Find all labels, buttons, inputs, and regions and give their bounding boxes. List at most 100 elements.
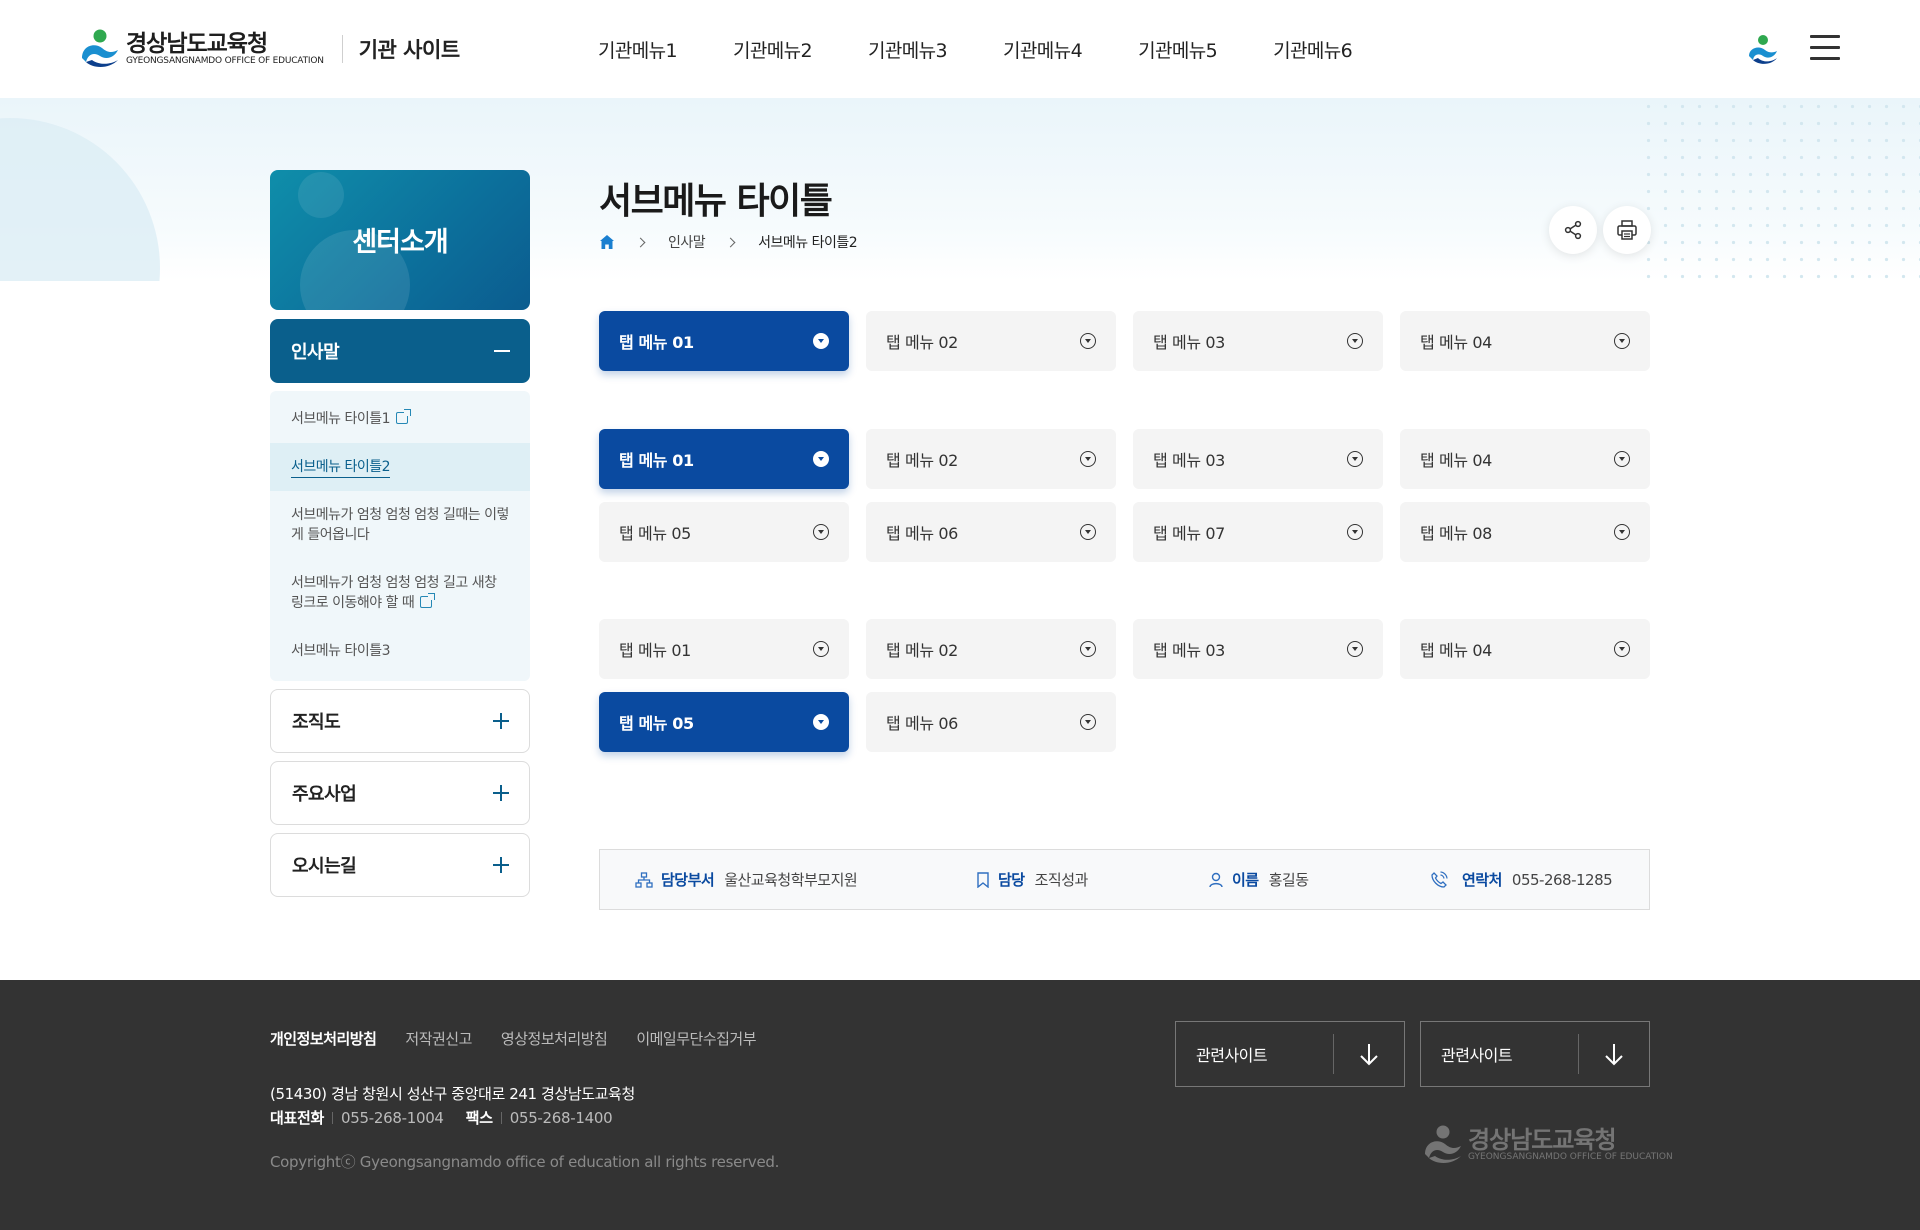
- tab-group2-item-3[interactable]: 탭 메뉴 03: [1133, 429, 1383, 489]
- submenu-item-label: 서브메뉴 타이틀2: [291, 459, 391, 478]
- tab-group3-item-6[interactable]: 탭 메뉴 06: [866, 692, 1116, 752]
- person-icon[interactable]: [1745, 32, 1781, 68]
- site-footer: 개인정보처리방침 저작권신고 영상정보처리방침 이메일무단수집거부 (51430…: [0, 980, 1920, 1230]
- related-site-select-1[interactable]: 관련사이트: [1175, 1021, 1405, 1087]
- tab-label: 탭 메뉴 02: [886, 451, 958, 470]
- tab-group3-item-2[interactable]: 탭 메뉴 02: [866, 619, 1116, 679]
- tab-group1-item-2[interactable]: 탭 메뉴 02: [866, 311, 1116, 371]
- chevron-down-circle-icon: [1614, 524, 1630, 540]
- site-name: 기관 사이트: [358, 38, 460, 62]
- tab-group1-item-3[interactable]: 탭 메뉴 03: [1133, 311, 1383, 371]
- tab-group2-item-5[interactable]: 탭 메뉴 05: [599, 502, 849, 562]
- user-icon: [1209, 872, 1223, 887]
- expand-icon: [493, 857, 509, 873]
- tab-label: 탭 메뉴 06: [886, 714, 958, 733]
- footer-fax-label: 팩스: [465, 1109, 493, 1127]
- tab-group2-item-8[interactable]: 탭 메뉴 08: [1400, 502, 1650, 562]
- info-charge: 담당 조직성과: [976, 850, 1088, 909]
- tab-label: 탭 메뉴 07: [1153, 524, 1225, 543]
- chevron-down-circle-icon: [1347, 451, 1363, 467]
- tab-group3-item-1[interactable]: 탭 메뉴 01: [599, 619, 849, 679]
- side-nav-item-directions[interactable]: 오시는길: [270, 833, 530, 897]
- print-button[interactable]: [1603, 206, 1651, 254]
- tab-group2-item-6[interactable]: 탭 메뉴 06: [866, 502, 1116, 562]
- footer-link-email[interactable]: 이메일무단수집거부: [636, 1028, 756, 1049]
- share-button[interactable]: [1549, 206, 1597, 254]
- footer-fax: 055-268-1400: [509, 1108, 613, 1127]
- tab-label: 탭 메뉴 04: [1420, 333, 1492, 352]
- side-nav-header: 센터소개: [270, 170, 530, 310]
- tab-group2-item-2[interactable]: 탭 메뉴 02: [866, 429, 1116, 489]
- nav-item-4[interactable]: 기관메뉴4: [1003, 36, 1083, 63]
- tab-label: 탭 메뉴 02: [886, 333, 958, 352]
- nav-item-6[interactable]: 기관메뉴6: [1273, 36, 1353, 63]
- tab-group2-item-1[interactable]: 탭 메뉴 01: [599, 429, 849, 489]
- chevron-down-circle-icon: [1080, 714, 1096, 730]
- info-label: 연락처: [1462, 871, 1502, 889]
- collapse-icon: [494, 350, 510, 352]
- tab-label: 탭 메뉴 03: [1153, 333, 1225, 352]
- info-department: 담당부서 울산교육청학부모지원: [635, 850, 858, 909]
- submenu-item-label: 서브메뉴 타이틀1: [291, 411, 391, 427]
- info-contact: 연락처 055-268-1285: [1430, 850, 1613, 909]
- org-chart-icon: [635, 871, 653, 888]
- tab-label: 탭 메뉴 06: [886, 524, 958, 543]
- footer-address: (51430) 경남 창원시 성산구 중앙대로 241 경상남도교육청: [270, 1085, 635, 1103]
- submenu-item-label: 서브메뉴 타이틀3: [291, 643, 391, 659]
- submenu-item[interactable]: 서브메뉴 타이틀1: [270, 395, 530, 443]
- bookmark-icon: [977, 871, 989, 888]
- info-name: 이름 홍길동: [1208, 850, 1309, 909]
- footer-link-cctv[interactable]: 영상정보처리방침: [501, 1028, 608, 1049]
- site-header: 경상남도교육청 GYEONGSANGNAMDO OFFICE OF EDUCAT…: [0, 0, 1920, 98]
- submenu-item-label: 서브메뉴가 엄청 엄청 엄청 길고 새창 링크로 이동해야 할 때: [291, 575, 497, 611]
- tab-label: 탭 메뉴 03: [1153, 641, 1225, 660]
- footer-link-copyright[interactable]: 저작권신고: [405, 1028, 472, 1049]
- side-nav-item-org-chart[interactable]: 조직도: [270, 689, 530, 753]
- tab-group3-item-3[interactable]: 탭 메뉴 03: [1133, 619, 1383, 679]
- submenu-item-current[interactable]: 서브메뉴 타이틀2: [270, 443, 530, 491]
- submenu-item[interactable]: 서브메뉴가 엄청 엄청 엄청 길때는 이렇게 들어옵니다: [270, 491, 530, 559]
- nav-item-5[interactable]: 기관메뉴5: [1138, 36, 1218, 63]
- side-nav-item-greeting[interactable]: 인사말: [270, 319, 530, 383]
- footer-logo-emblem-icon: [1425, 1125, 1461, 1163]
- tab-label: 탭 메뉴 05: [619, 714, 694, 733]
- tab-group1-item-1[interactable]: 탭 메뉴 01: [599, 311, 849, 371]
- nav-item-2[interactable]: 기관메뉴2: [733, 36, 813, 63]
- tab-group3-item-5[interactable]: 탭 메뉴 05: [599, 692, 849, 752]
- info-label: 이름: [1232, 871, 1259, 889]
- chevron-down-circle-icon: [1080, 524, 1096, 540]
- side-nav-item-label: 인사말: [291, 342, 340, 363]
- related-site-select-2[interactable]: 관련사이트: [1420, 1021, 1650, 1087]
- side-nav-item-main-business[interactable]: 주요사업: [270, 761, 530, 825]
- footer-tel-label: 대표전화: [270, 1109, 325, 1127]
- breadcrumb: 인사말 서브메뉴 타이틀2: [599, 232, 858, 252]
- tab-group3-item-4[interactable]: 탭 메뉴 04: [1400, 619, 1650, 679]
- breadcrumb-item[interactable]: 인사말: [668, 232, 706, 252]
- submenu-item[interactable]: 서브메뉴 타이틀3: [270, 627, 530, 675]
- footer-link-privacy[interactable]: 개인정보처리방침: [270, 1028, 377, 1049]
- site-logo[interactable]: 경상남도교육청 GYEONGSANGNAMDO OFFICE OF EDUCAT…: [78, 28, 460, 70]
- tab-group1-item-4[interactable]: 탭 메뉴 04: [1400, 311, 1650, 371]
- menu-hamburger-icon[interactable]: [1810, 35, 1840, 61]
- info-value: 055-268-1285: [1511, 870, 1613, 889]
- tab-group2-item-4[interactable]: 탭 메뉴 04: [1400, 429, 1650, 489]
- header-decoration: [298, 172, 344, 218]
- nav-item-3[interactable]: 기관메뉴3: [868, 36, 948, 63]
- info-value: 조직성과: [1034, 871, 1089, 889]
- side-nav-item-label: 오시는길: [292, 856, 357, 877]
- nav-item-1[interactable]: 기관메뉴1: [598, 36, 678, 63]
- submenu-item[interactable]: 서브메뉴가 엄청 엄청 엄청 길고 새창 링크로 이동해야 할 때: [270, 559, 530, 627]
- footer-tel: 055-268-1004: [341, 1108, 444, 1127]
- home-icon[interactable]: [599, 234, 615, 250]
- tab-label: 탭 메뉴 01: [619, 333, 694, 352]
- chevron-down-circle-icon: [1614, 641, 1630, 657]
- related-site-label: 관련사이트: [1196, 1046, 1268, 1065]
- logo-english-text: GYEONGSANGNAMDO OFFICE OF EDUCATION: [126, 56, 324, 66]
- chevron-down-circle-icon: [1347, 524, 1363, 540]
- arrow-down-icon: [1605, 1044, 1623, 1066]
- separator: [500, 1111, 502, 1124]
- tab-group2-item-7[interactable]: 탭 메뉴 07: [1133, 502, 1383, 562]
- footer-logo-english: GYEONGSANGNAMDO OFFICE OF EDUCATION: [1468, 1152, 1673, 1162]
- chevron-down-circle-icon: [813, 641, 829, 657]
- band-circle-decoration: [0, 118, 160, 281]
